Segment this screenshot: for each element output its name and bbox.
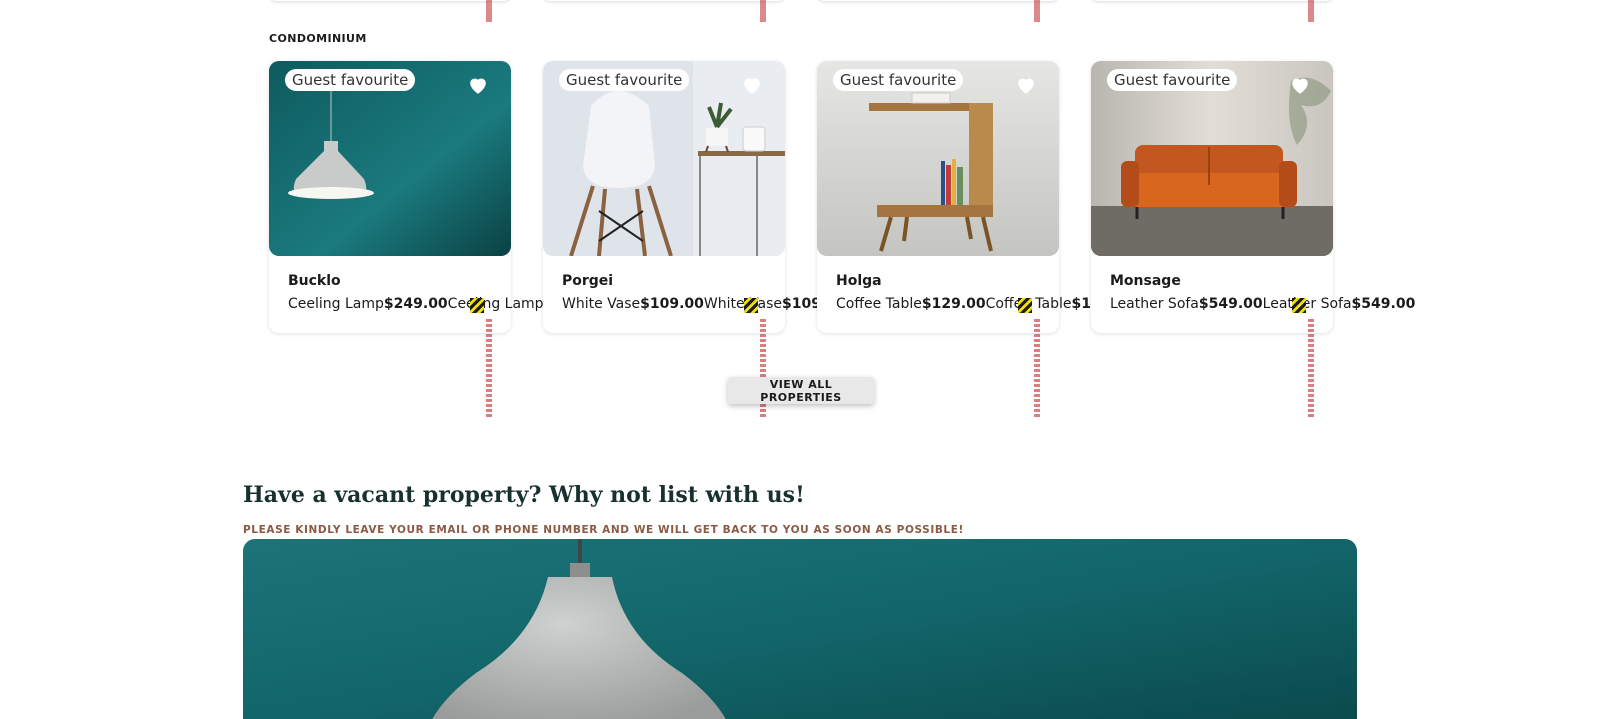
heart-icon[interactable]: [467, 74, 489, 96]
pendant-lamp-banner: [243, 539, 1357, 719]
view-all-properties-button[interactable]: VIEW ALL PROPERTIES: [728, 377, 874, 404]
property-details: Coffee Table$129.00Coffee Table$1: [836, 296, 1091, 312]
heart-icon[interactable]: [741, 74, 763, 96]
property-title: Bucklo: [288, 273, 341, 289]
property-details: Ceeling Lamp$249.00Ceeling Lamp: [288, 296, 544, 312]
cta-banner-image: [243, 539, 1357, 719]
section-label: CONDOMINIUM: [269, 32, 367, 45]
property-card[interactable]: Guest favourite Holga Coffee Table$129.0…: [817, 61, 1091, 417]
property-card[interactable]: Guest favourite Bucklo Ceeling Lamp$249.…: [269, 61, 544, 417]
item-price: $109.00: [640, 296, 704, 312]
item-price-repeat: $549.00: [1351, 296, 1416, 312]
heart-icon[interactable]: [1015, 74, 1037, 96]
overflow-flag-icon: [470, 298, 484, 313]
item-price-repeat: $1: [1071, 296, 1091, 312]
item-name-repeat: Leather Sofa: [1262, 296, 1352, 312]
item-name: Coffee Table: [836, 296, 922, 312]
property-card[interactable]: Guest favourite Porgei White Vase$109.00…: [543, 61, 826, 417]
previous-card-edge: [269, 0, 511, 1]
overflow-flag-icon: [744, 298, 758, 313]
item-name: Ceeling Lamp: [288, 296, 384, 312]
item-price: $249.00: [383, 296, 448, 312]
item-name-repeat: Ceeling Lamp: [447, 296, 544, 312]
overflow-marker: [1308, 0, 1314, 22]
guest-favourite-badge: Guest favourite: [1107, 69, 1238, 91]
overflow-marker: [1034, 0, 1040, 22]
property-title: Holga: [836, 273, 882, 289]
overflow-marker: [486, 319, 492, 417]
overflow-marker: [1308, 319, 1314, 417]
guest-favourite-badge: Guest favourite: [833, 69, 964, 91]
item-price: $549.00: [1198, 296, 1263, 312]
overflow-marker: [1034, 319, 1040, 417]
property-card[interactable]: Guest favourite Monsage Leather Sofa$549…: [1091, 61, 1415, 417]
overflow-flag-icon: [1292, 298, 1306, 313]
previous-card-edge: [543, 0, 785, 1]
heart-icon[interactable]: [1289, 74, 1311, 96]
property-details: Leather Sofa$549.00Leather Sofa$549.00: [1110, 296, 1415, 312]
overflow-marker: [486, 0, 492, 22]
item-name: White Vase: [562, 296, 641, 312]
previous-card-edge: [817, 0, 1059, 1]
overflow-flag-icon: [1018, 298, 1032, 313]
cta-subtitle: PLEASE KINDLY LEAVE YOUR EMAIL OR PHONE …: [243, 524, 964, 536]
guest-favourite-badge: Guest favourite: [285, 69, 416, 91]
item-name: Leather Sofa: [1110, 296, 1199, 312]
property-title: Porgei: [562, 273, 614, 289]
overflow-marker: [760, 0, 766, 22]
cta-heading: Have a vacant property? Why not list wit…: [243, 482, 805, 508]
property-details: White Vase$109.00White Vase$109.: [562, 296, 826, 312]
item-price: $129.00: [921, 296, 986, 312]
property-title: Monsage: [1110, 273, 1181, 289]
item-name-repeat: White Vase: [703, 296, 783, 312]
previous-card-edge: [1091, 0, 1333, 1]
guest-favourite-badge: Guest favourite: [559, 69, 690, 91]
